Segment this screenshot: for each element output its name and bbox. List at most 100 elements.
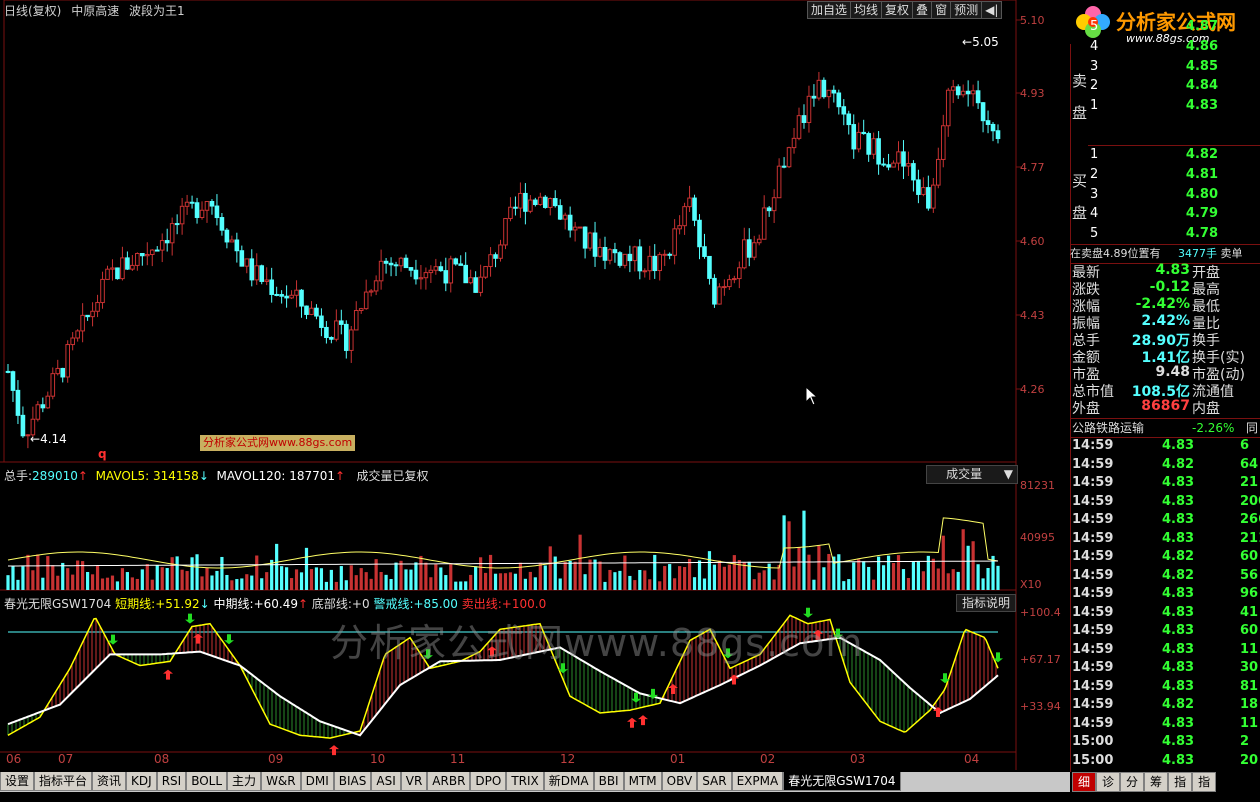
tick-row: 14:59 4.83 60 <box>1072 623 1258 641</box>
tab-19[interactable]: SAR <box>697 772 732 791</box>
volume-bar <box>265 572 269 590</box>
tick-volume: 60 <box>1240 549 1259 564</box>
volume-bar <box>762 570 766 590</box>
tick-row: 14:59 4.83 11 <box>1072 716 1258 734</box>
detail-tab-2[interactable]: 分 <box>1120 772 1145 792</box>
detail-tab-4[interactable]: 指 <box>1168 772 1193 792</box>
candle-body <box>100 278 105 304</box>
volume-bar <box>389 579 393 590</box>
tab-6[interactable]: 主力 <box>227 772 262 791</box>
detail-tab-5[interactable]: 指 <box>1192 772 1217 792</box>
tab-12[interactable]: ARBR <box>427 772 471 791</box>
tick-volume: 64 <box>1240 456 1259 472</box>
sell-arrow-icon <box>193 633 203 644</box>
candle-body <box>791 137 797 149</box>
tab-3[interactable]: KDJ <box>126 772 157 791</box>
volume-bar <box>200 576 204 590</box>
volume-bar <box>896 555 901 590</box>
candle-body <box>677 225 682 230</box>
tab-5[interactable]: BOLL <box>186 772 228 791</box>
volume-bar <box>115 581 120 590</box>
tick-time: 15:00 <box>1072 734 1114 749</box>
volume-bar <box>822 567 826 590</box>
tab-15[interactable]: 新DMA <box>543 772 594 791</box>
detail-tab-0[interactable]: 细 <box>1072 772 1097 792</box>
candle-body <box>652 255 658 272</box>
tab-11[interactable]: VR <box>400 772 428 791</box>
volume-bar <box>100 578 105 590</box>
indicator-help-button[interactable]: 指标说明 <box>956 594 1016 612</box>
candle-body <box>766 207 772 212</box>
tab-10[interactable]: ASI <box>371 772 401 791</box>
candle-body <box>314 307 319 317</box>
tab-0[interactable]: 设置 <box>0 772 35 791</box>
tab-20[interactable]: EXPMA <box>731 772 784 791</box>
candle-body <box>582 226 588 249</box>
volume-bar <box>623 555 627 590</box>
add-watchlist-button[interactable]: 加自选 <box>807 1 852 19</box>
price-tick: 5.10 <box>1020 14 1045 27</box>
tab-1[interactable]: 指标平台 <box>34 772 93 791</box>
volume-bar <box>414 562 418 590</box>
volume-bar <box>444 575 448 590</box>
overlay-button[interactable]: 叠 <box>912 1 933 19</box>
stat-row: 市盈 9.48 市盈(动) <box>1072 364 1258 383</box>
detail-tab-3[interactable]: 筹 <box>1144 772 1169 792</box>
candle-body <box>120 257 125 280</box>
candle-body <box>702 246 707 257</box>
collapse-panel-icon[interactable]: ◀| <box>981 1 1003 19</box>
candle-body <box>339 320 344 325</box>
tab-21[interactable]: 春光无限GSW1704 <box>783 772 901 791</box>
candle-body <box>373 280 379 292</box>
volume-bar <box>643 570 647 590</box>
candle-body <box>418 277 424 280</box>
volume-bar <box>11 565 15 590</box>
window-button[interactable]: 窗 <box>931 1 952 19</box>
tick-volume: 11 <box>1240 641 1259 657</box>
volume-bar <box>280 566 284 590</box>
sector-line[interactable]: 公路铁路运输 -2.26% 同 <box>1070 418 1260 438</box>
tab-13[interactable]: DPO <box>470 772 507 791</box>
volume-bar <box>598 561 602 590</box>
stat-row: 金额 1.41亿 换手(实) <box>1072 347 1258 366</box>
tab-9[interactable]: BIAS <box>333 772 372 791</box>
price-tick: 4.93 <box>1020 87 1045 100</box>
tab-2[interactable]: 资讯 <box>92 772 127 791</box>
volume-bar <box>329 569 333 590</box>
candle-body <box>309 307 314 315</box>
x-label: 03 <box>850 752 866 766</box>
candle-body <box>906 163 911 167</box>
tick-volume: 11 <box>1240 715 1259 731</box>
volume-bar <box>210 575 214 590</box>
tab-7[interactable]: W&R <box>261 772 301 791</box>
volume-bar <box>294 569 299 590</box>
indicator-dropdown[interactable]: 成交量 ▼ <box>926 465 1018 484</box>
tick-time: 14:59 <box>1072 456 1114 472</box>
tab-16[interactable]: BBI <box>593 772 624 791</box>
volume-bar <box>488 554 493 590</box>
tab-18[interactable]: OBV <box>661 772 698 791</box>
orderbook-price: 4.83 <box>1185 98 1218 114</box>
volume-bar <box>872 579 876 590</box>
mid-line-value: +60.49 <box>253 597 298 611</box>
adjust-button[interactable]: 复权 <box>881 1 914 19</box>
candle-body <box>115 267 120 280</box>
ma-button[interactable]: 均线 <box>850 1 883 19</box>
volume-bar <box>384 574 388 590</box>
tab-17[interactable]: MTM <box>623 772 662 791</box>
volume-bar <box>56 575 60 590</box>
tab-8[interactable]: DMI <box>300 772 334 791</box>
candle-body <box>538 196 543 205</box>
forecast-button[interactable]: 预测 <box>950 1 983 19</box>
tab-14[interactable]: TRIX <box>506 772 544 791</box>
detail-tab-1[interactable]: 诊 <box>1096 772 1121 792</box>
tab-4[interactable]: RSI <box>156 772 187 791</box>
candle-body <box>164 240 170 244</box>
volume-bar <box>956 571 960 590</box>
volume-bar <box>628 575 632 590</box>
candle-body <box>901 151 906 167</box>
candle-body <box>786 147 792 168</box>
candle-body <box>975 90 981 104</box>
volume-bar <box>881 565 886 590</box>
stat-label: 外盘 <box>1072 401 1100 417</box>
